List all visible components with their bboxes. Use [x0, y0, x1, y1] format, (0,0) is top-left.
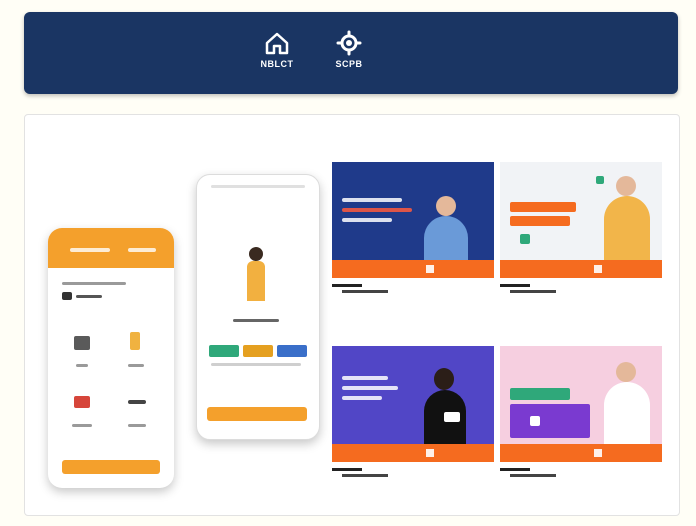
- app-action-button[interactable]: [62, 460, 160, 474]
- play-icon: [594, 449, 602, 457]
- video-thumbnail: [332, 346, 494, 462]
- video-thumbnail: [500, 346, 662, 462]
- figure-icon: [130, 332, 140, 350]
- video-caption: [332, 468, 388, 477]
- gear-icon: [324, 30, 374, 56]
- house-icon: [252, 30, 302, 56]
- banner-item-label: NBLCT: [260, 59, 294, 69]
- play-icon: [426, 265, 434, 273]
- top-banner: NBLCT SCPB: [24, 12, 678, 94]
- video-thumbnail: [500, 162, 662, 278]
- banner-item-nblct[interactable]: NBLCT: [252, 30, 302, 69]
- video-thumbnail: [332, 162, 494, 278]
- banner-item-scpb[interactable]: SCPB: [324, 30, 374, 69]
- app-header: [48, 228, 174, 268]
- banner-item-label: SCPB: [335, 59, 363, 69]
- mail-icon: [74, 396, 90, 408]
- phone-mockup-profile: [196, 174, 320, 440]
- video-caption: [500, 284, 556, 293]
- play-icon: [594, 265, 602, 273]
- video-caption: [332, 284, 388, 293]
- play-icon: [426, 449, 434, 457]
- grid-icon: [74, 336, 90, 350]
- bar-icon: [128, 400, 146, 404]
- profile-action-button[interactable]: [207, 407, 307, 421]
- video-caption: [500, 468, 556, 477]
- phone-mockup-app-home: [48, 228, 174, 488]
- avatar: [249, 247, 263, 261]
